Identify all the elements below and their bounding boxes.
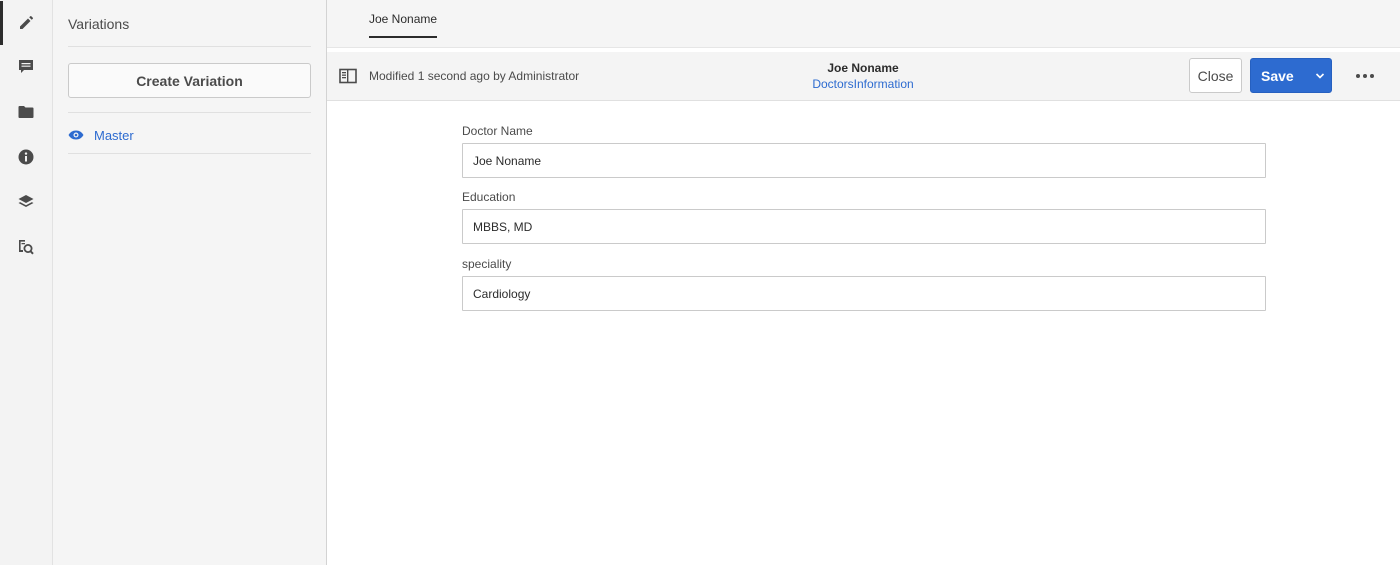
panel-divider [68, 112, 311, 113]
close-button[interactable]: Close [1189, 58, 1242, 93]
create-variation-button[interactable]: Create Variation [68, 63, 311, 98]
comment-icon [19, 60, 33, 73]
eye-icon [68, 130, 84, 140]
folder-icon [18, 106, 34, 118]
side-panel-icon [339, 68, 357, 84]
education-input[interactable] [462, 209, 1266, 244]
rail-annotations-button[interactable] [0, 45, 52, 89]
panel-title: Variations [68, 16, 130, 32]
search-document-icon [19, 240, 34, 255]
chevron-down-icon[interactable] [1315, 71, 1325, 81]
side-rail [0, 0, 53, 565]
toggle-side-panel-button[interactable] [339, 68, 357, 84]
info-icon [18, 149, 34, 165]
more-icon [1356, 74, 1374, 78]
panel-divider [68, 153, 311, 154]
tab-joe-noname[interactable]: Joe Noname [369, 12, 438, 38]
panel-divider [68, 46, 311, 47]
education-label: Education [462, 190, 516, 204]
model-link[interactable]: DoctorsInformation [763, 77, 963, 91]
rail-assets-button[interactable] [0, 90, 52, 134]
rail-info-button[interactable] [0, 135, 52, 179]
doctor-name-input[interactable] [462, 143, 1266, 178]
speciality-label: speciality [462, 257, 512, 271]
action-bar: Modified 1 second ago by Administrator J… [327, 52, 1400, 101]
speciality-input[interactable] [462, 276, 1266, 311]
pencil-icon [20, 15, 34, 29]
save-label: Save [1261, 67, 1294, 84]
rail-references-button[interactable] [0, 225, 52, 269]
fragment-name: Joe Noname [827, 61, 899, 75]
layers-icon [18, 195, 34, 207]
variation-item-master[interactable]: Master [68, 124, 311, 146]
modified-status: Modified 1 second ago by Administrator [369, 69, 580, 83]
more-actions-button[interactable] [1353, 66, 1377, 86]
variations-panel: Variations Create Variation Master [53, 0, 327, 565]
save-button[interactable]: Save [1250, 58, 1332, 93]
rail-structure-button[interactable] [0, 180, 52, 224]
variation-label: Master [94, 127, 134, 143]
doctor-name-label: Doctor Name [462, 124, 533, 138]
fragment-title: Joe Noname DoctorsInformation [763, 61, 963, 91]
rail-edit-button[interactable] [0, 1, 52, 45]
tab-bar: Joe Noname [327, 0, 1400, 48]
